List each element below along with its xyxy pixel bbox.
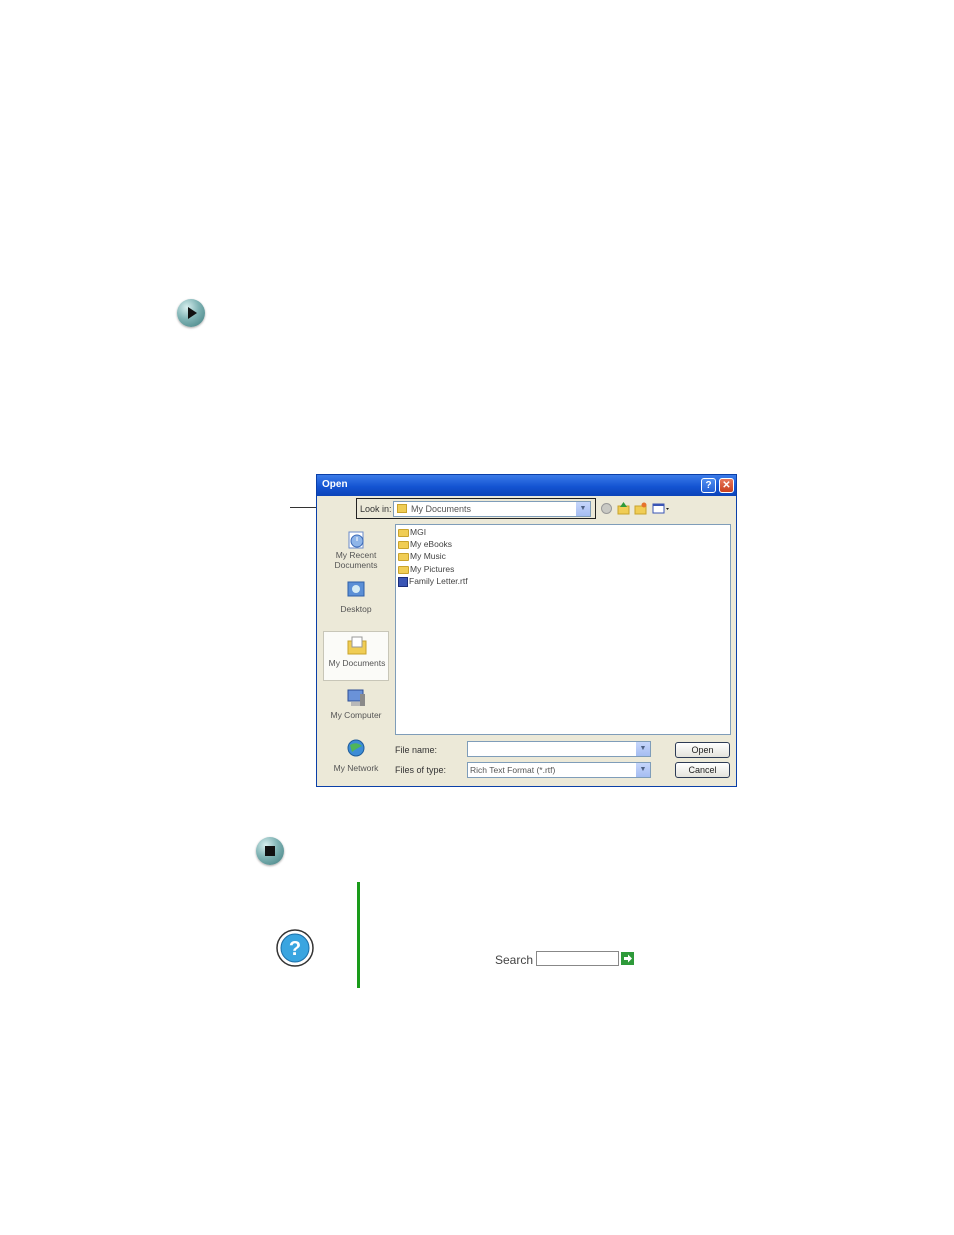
my-computer-icon xyxy=(347,689,365,706)
place-label: Desktop xyxy=(340,604,372,614)
look-in-label: Look in: xyxy=(360,504,392,514)
open-dialog: Open ? ✕ Look in: My Documents ▼ My Rece… xyxy=(316,474,737,787)
dialog-titlebar: Open ? ✕ xyxy=(317,475,736,496)
list-item[interactable]: My eBooks xyxy=(398,539,452,551)
list-item[interactable]: My Pictures xyxy=(398,564,454,576)
file-name: Family Letter.rtf xyxy=(409,576,468,586)
chevron-down-icon[interactable]: ▼ xyxy=(636,742,650,756)
dialog-title: Open xyxy=(322,479,348,490)
step-arrow-icon xyxy=(177,299,205,327)
file-name: My Pictures xyxy=(410,564,455,574)
place-my-computer[interactable]: My Computer xyxy=(323,686,389,736)
place-label: My Documents xyxy=(328,658,386,668)
search-label: Search xyxy=(495,953,534,967)
my-network-icon xyxy=(347,739,365,757)
files-of-type-value: Rich Text Format (*.rtf) xyxy=(470,765,556,775)
place-my-documents[interactable]: My Documents xyxy=(323,631,389,681)
step-stop-icon xyxy=(256,837,284,865)
my-documents-icon xyxy=(347,636,367,655)
close-button[interactable]: ✕ xyxy=(719,478,734,493)
views-menu-icon[interactable] xyxy=(652,502,670,515)
file-list: MGI My eBooks My Music My Pictures Famil… xyxy=(395,524,731,735)
cancel-button[interactable]: Cancel xyxy=(675,762,730,778)
search-go-arrow-icon[interactable] xyxy=(621,952,634,965)
folder-icon xyxy=(398,528,409,537)
file-name: My eBooks xyxy=(410,539,453,549)
look-in-combo[interactable]: My Documents ▼ xyxy=(393,501,591,517)
new-folder-icon[interactable] xyxy=(634,502,647,515)
list-item[interactable]: MGI xyxy=(398,527,426,539)
open-button[interactable]: Open xyxy=(675,742,730,758)
places-bar: My Recent Documents Desktop My Documents… xyxy=(323,524,389,774)
place-label: My Recent Documents xyxy=(334,550,378,570)
folder-icon xyxy=(398,540,409,549)
place-desktop[interactable]: Desktop xyxy=(323,580,389,630)
list-item[interactable]: Family Letter.rtf xyxy=(398,576,468,588)
file-name-label: File name: xyxy=(395,745,438,755)
help-sidebar-bar xyxy=(357,882,360,988)
back-icon[interactable] xyxy=(600,502,613,515)
chevron-down-icon[interactable]: ▼ xyxy=(576,502,590,516)
help-question-icon: ? xyxy=(276,929,314,967)
place-my-recent-documents[interactable]: My Recent Documents xyxy=(323,526,389,576)
look-in-value: My Documents xyxy=(411,504,472,514)
desktop-icon xyxy=(347,581,365,597)
place-label: My Computer xyxy=(330,710,382,720)
files-of-type-label: Files of type: xyxy=(395,765,447,775)
music-folder-icon xyxy=(398,552,409,561)
my-documents-folder-icon xyxy=(397,504,407,513)
file-name: My Music xyxy=(410,551,446,561)
help-button[interactable]: ? xyxy=(701,478,716,493)
pictures-folder-icon xyxy=(398,565,409,574)
chevron-down-icon[interactable]: ▼ xyxy=(636,763,650,777)
file-name-input[interactable]: ▼ xyxy=(467,741,651,757)
place-label: My Network xyxy=(333,763,379,773)
place-my-network[interactable]: My Network xyxy=(323,738,389,774)
list-item[interactable]: My Music xyxy=(398,551,446,563)
rtf-document-icon xyxy=(398,576,408,587)
recent-documents-icon xyxy=(348,531,364,549)
file-name: MGI xyxy=(410,527,427,537)
search-input[interactable] xyxy=(536,951,619,966)
files-of-type-select[interactable]: Rich Text Format (*.rtf) ▼ xyxy=(467,762,651,778)
svg-text:?: ? xyxy=(289,938,301,960)
up-folder-icon[interactable] xyxy=(617,502,630,515)
